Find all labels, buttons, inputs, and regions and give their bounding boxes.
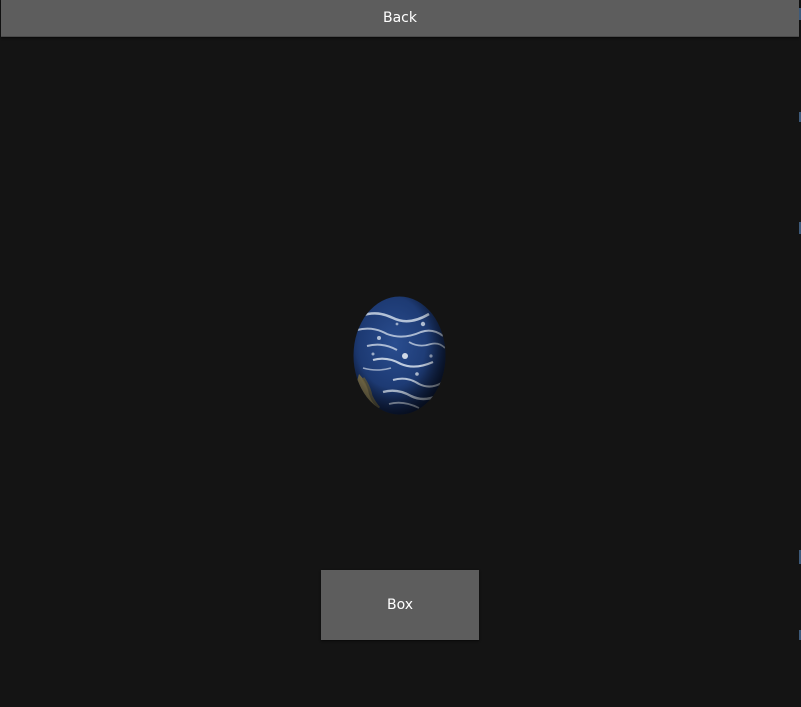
back-button[interactable]: Back xyxy=(1,0,799,37)
app-canvas: Back Box xyxy=(0,0,801,707)
back-button-label: Back xyxy=(383,10,417,26)
box-button[interactable]: Box xyxy=(321,570,479,640)
earth-globe-icon xyxy=(353,296,446,415)
box-button-label: Box xyxy=(386,597,414,613)
